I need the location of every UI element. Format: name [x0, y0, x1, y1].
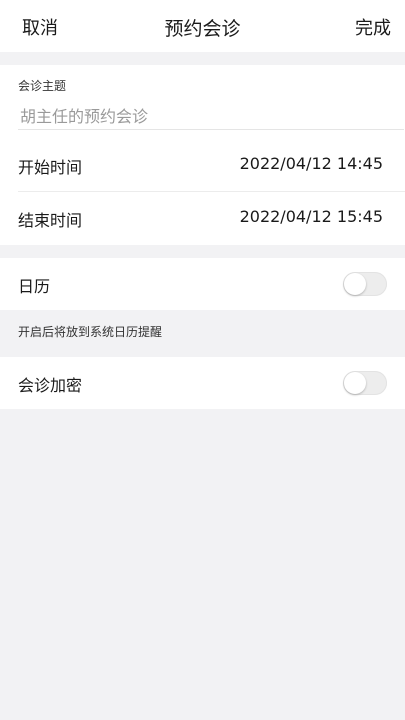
calendar-label: 日历 — [18, 277, 51, 296]
start-time-label: 开始时间 — [18, 158, 83, 177]
calendar-row: 日历 — [0, 258, 405, 310]
calendar-hint: 开启后将放到系统日历提醒 — [18, 325, 163, 339]
start-time-row[interactable]: 开始时间 2022/04/12 14:45 — [0, 139, 405, 191]
encrypt-row: 会诊加密 — [0, 357, 405, 409]
page-title: 预约会诊 — [164, 18, 241, 40]
start-time-value: 2022/04/12 14:45 — [239, 154, 383, 173]
end-time-label: 结束时间 — [18, 211, 83, 230]
end-time-value: 2022/04/12 15:45 — [239, 207, 383, 226]
end-time-row[interactable]: 结束时间 2022/04/12 15:45 — [0, 192, 405, 244]
topic-label: 会诊主题 — [18, 79, 67, 93]
encrypt-label: 会诊加密 — [18, 376, 83, 395]
encrypt-toggle[interactable] — [343, 371, 387, 395]
calendar-toggle-knob — [344, 273, 366, 295]
topic-input[interactable] — [18, 103, 404, 130]
calendar-toggle[interactable] — [343, 272, 387, 296]
consultation-form-card: 会诊主题 开始时间 2022/04/12 14:45 结束时间 2022/04/… — [0, 65, 405, 245]
done-button[interactable]: 完成 — [355, 14, 391, 40]
encrypt-toggle-knob — [344, 372, 366, 394]
navigation-bar: 取消 预约会诊 完成 — [0, 0, 405, 52]
